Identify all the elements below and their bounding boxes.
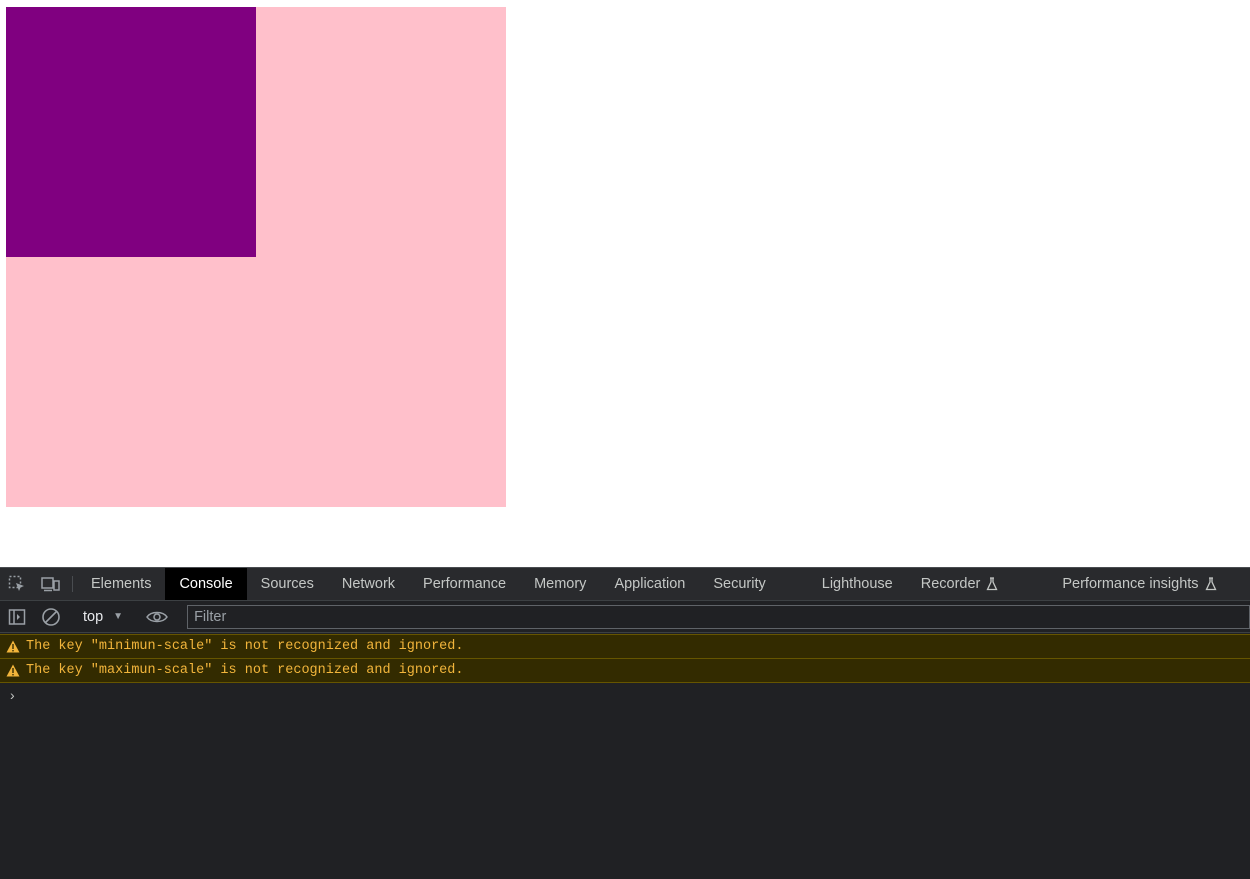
tab-security[interactable]: Security — [699, 568, 807, 600]
filter-input[interactable]: Filter — [187, 604, 1250, 629]
tabbar-divider — [72, 576, 73, 592]
console-warning-message: The key "maximun-scale" is not recognize… — [0, 658, 1250, 683]
purple-box — [6, 7, 256, 257]
context-label: top — [83, 608, 104, 625]
tab-network[interactable]: Network — [328, 568, 409, 600]
context-selector[interactable]: top ▼ — [77, 609, 131, 625]
console-prompt[interactable]: › — [0, 683, 1250, 707]
tab-memory[interactable]: Memory — [520, 568, 600, 600]
page-viewport — [0, 0, 1250, 567]
tab-label: Network — [341, 576, 396, 592]
tab-label: Elements — [91, 576, 152, 592]
inspect-element-icon[interactable] — [0, 568, 34, 600]
tab-label: Security — [713, 576, 766, 592]
flask-icon — [980, 577, 998, 591]
tab-label: Recorder — [920, 576, 981, 592]
tab-list: Elements Console Sources Network Performance… — [77, 568, 1231, 600]
warning-icon — [0, 664, 26, 677]
warning-icon — [0, 640, 26, 653]
filter-placeholder: Filter — [194, 608, 227, 625]
clear-console-icon[interactable] — [34, 601, 68, 633]
devtools-panel: Elements Console Sources Network Performance… — [0, 567, 1250, 879]
tab-label: Application — [614, 576, 686, 592]
tab-performance-insights[interactable]: Performance insights — [1048, 568, 1230, 600]
tab-label: Performance insights — [1062, 576, 1199, 592]
tab-label: Lighthouse — [821, 576, 893, 592]
tab-label: Console — [179, 576, 233, 592]
tab-label: Sources — [260, 576, 314, 592]
tab-performance[interactable]: Performance — [409, 568, 520, 600]
tab-label: Memory — [534, 576, 587, 592]
tab-application[interactable]: Application — [600, 568, 699, 600]
device-toolbar-icon[interactable] — [34, 568, 68, 600]
console-toolbar: top ▼ Filter — [0, 601, 1250, 633]
flask-icon — [1199, 577, 1217, 591]
tab-recorder[interactable]: Recorder — [907, 568, 1049, 600]
prompt-chevron-icon: › — [10, 687, 15, 703]
tab-elements[interactable]: Elements — [77, 568, 165, 600]
sidebar-toggle-icon[interactable] — [0, 601, 34, 633]
console-warning-message: The key "minimun-scale" is not recognize… — [0, 634, 1250, 659]
pink-box — [6, 7, 506, 507]
dropdown-arrow-icon: ▼ — [113, 611, 124, 622]
tab-console[interactable]: Console — [165, 568, 247, 600]
warning-text: The key "maximun-scale" is not recognize… — [26, 663, 464, 678]
devtools-tabbar: Elements Console Sources Network Performance… — [0, 567, 1250, 601]
console-messages: The key "minimun-scale" is not recognize… — [0, 634, 1250, 683]
tab-label: Performance — [423, 576, 507, 592]
live-expression-eye-icon[interactable] — [140, 601, 174, 633]
tab-sources[interactable]: Sources — [247, 568, 328, 600]
tab-lighthouse[interactable]: Lighthouse — [808, 568, 907, 600]
warning-text: The key "minimun-scale" is not recognize… — [26, 639, 464, 654]
